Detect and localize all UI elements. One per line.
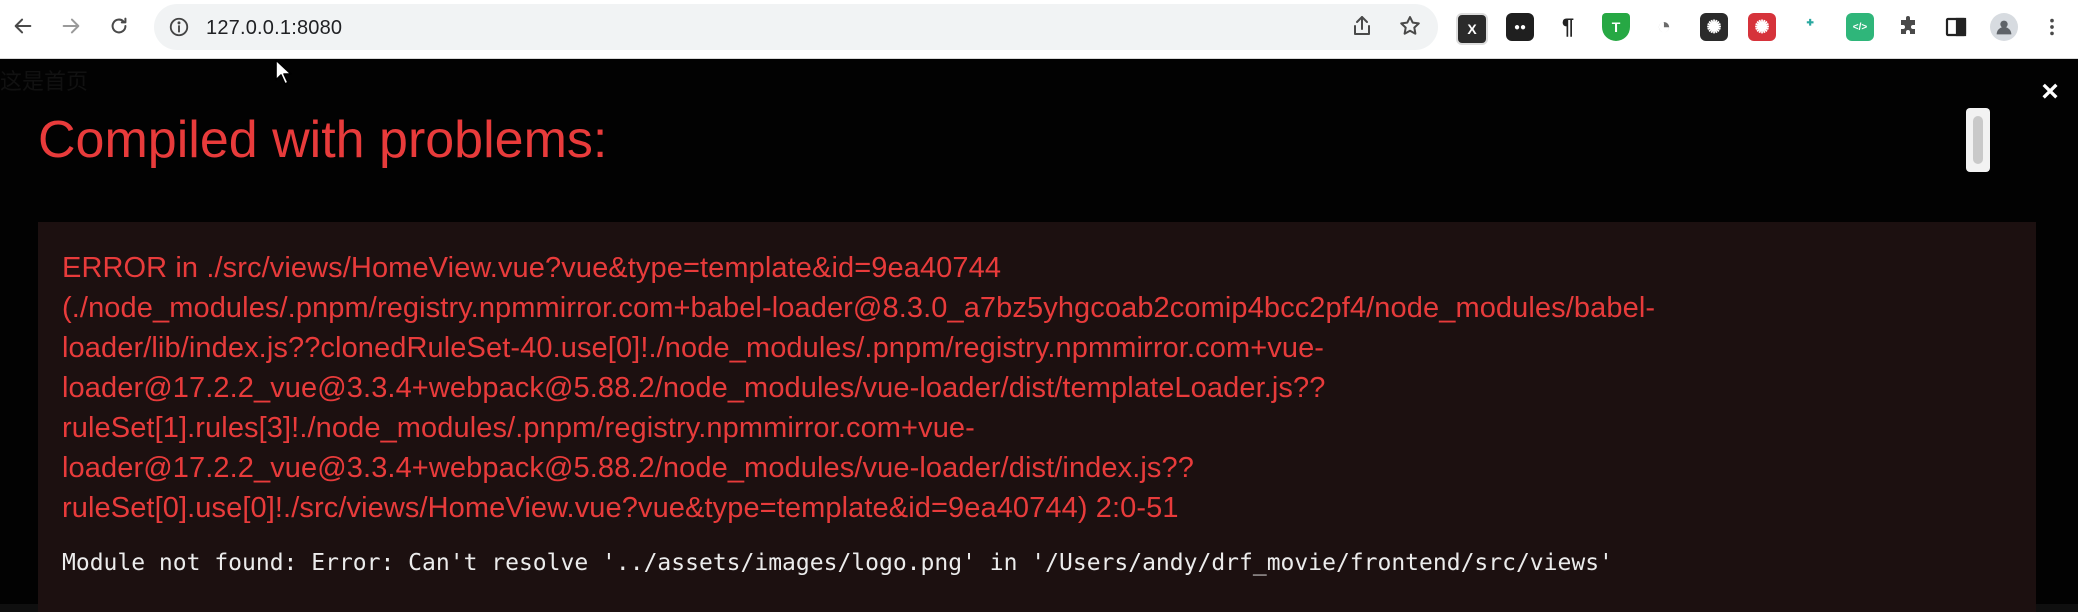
chatgpt-icon[interactable]: ✺ xyxy=(1700,13,1728,41)
side-panel-icon xyxy=(1945,17,1967,37)
bird-icon[interactable]: ᕀ xyxy=(1796,13,1824,41)
error-line: loader/lib/index.js??clonedRuleSet-40.us… xyxy=(62,332,1325,364)
overlay-title: Compiled with problems: xyxy=(38,111,608,169)
extensions-button[interactable] xyxy=(1894,13,1922,41)
site-info-icon xyxy=(169,17,189,37)
extensions-puzzle-icon xyxy=(1901,16,1915,34)
overlay-close-button[interactable]: × xyxy=(2036,77,2064,107)
page-heading-text: 这是首页 xyxy=(0,69,89,94)
bookmark-button[interactable] xyxy=(1398,14,1424,40)
profile-button[interactable] xyxy=(1990,13,2018,41)
x-extension-icon[interactable]: X xyxy=(1456,13,1488,45)
overlay-scrollbar[interactable] xyxy=(1966,108,1990,172)
openai-red-icon[interactable]: ✺ xyxy=(1748,13,1776,41)
shield-t-icon[interactable]: T xyxy=(1602,13,1630,41)
tampermonkey-icon[interactable]: ●● xyxy=(1506,13,1534,41)
site-info-button[interactable] xyxy=(168,16,190,38)
forward-icon xyxy=(62,18,80,34)
bookmark-star-icon xyxy=(1400,16,1420,35)
tomato-icon[interactable]: ◔ xyxy=(1650,13,1678,41)
back-button[interactable] xyxy=(8,9,38,43)
mouse-cursor-icon xyxy=(274,58,296,88)
error-line: loader@17.2.2_vue@3.3.4+webpack@5.88.2/n… xyxy=(62,372,1326,404)
error-line: ERROR in ./src/views/HomeView.vue?vue&ty… xyxy=(62,252,1002,284)
forward-button[interactable] xyxy=(56,9,86,43)
code-icon[interactable]: </> xyxy=(1846,13,1874,41)
error-detail: Module not found: Error: Can't resolve '… xyxy=(62,550,1613,576)
url-text[interactable]: 127.0.0.1:8080 xyxy=(206,17,342,39)
side-panel-button[interactable] xyxy=(1942,13,1970,41)
error-line: ruleSet[0].use[0]!./src/views/HomeView.v… xyxy=(62,492,1179,524)
error-message-box: ERROR in ./src/views/HomeView.vue?vue&ty… xyxy=(38,222,2036,612)
menu-button[interactable] xyxy=(2038,13,2066,41)
back-icon xyxy=(14,18,32,34)
menu-kebab-icon xyxy=(2050,18,2054,36)
paragraph-icon[interactable]: ¶ xyxy=(1554,13,1582,41)
profile-icon xyxy=(1996,20,2012,35)
share-button[interactable] xyxy=(1350,14,1376,40)
address-bar[interactable]: 127.0.0.1:8080 xyxy=(154,4,1438,50)
share-icon xyxy=(1354,16,1370,35)
reload-icon xyxy=(111,17,127,34)
browser-toolbar: 127.0.0.1:8080 X ●● ¶ T ◔ ✺ ✺ ᕀ </> xyxy=(0,0,2078,59)
reload-button[interactable] xyxy=(104,9,134,43)
error-line: (./node_modules/.pnpm/registry.npmmirror… xyxy=(62,292,1656,324)
error-line: loader@17.2.2_vue@3.3.4+webpack@5.88.2/n… xyxy=(62,452,1194,484)
error-line: ruleSet[1].rules[3]!./node_modules/.pnpm… xyxy=(62,412,975,444)
